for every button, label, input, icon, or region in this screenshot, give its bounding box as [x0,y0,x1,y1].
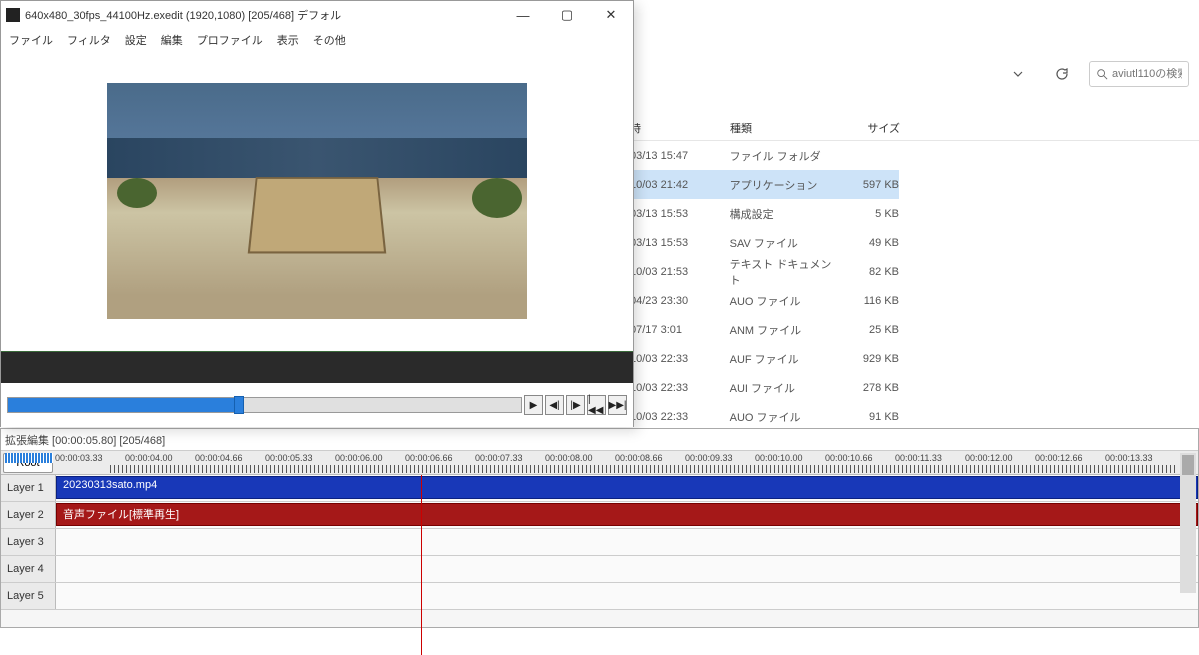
titlebar[interactable]: 640x480_30fps_44100Hz.exedit (1920,1080)… [1,1,633,29]
video-canvas [1,51,633,351]
transport-controls: ▶ ◀| |▶ |◀◀ ▶▶| [1,383,633,427]
file-row[interactable]: 07/17 3:01ANM ファイル25 KB [630,315,899,344]
layer-label[interactable]: Layer 1 [1,475,56,501]
file-row[interactable]: 03/13 15:53構成設定5 KB [630,199,899,228]
layer-track[interactable] [56,583,1198,609]
file-list: 03/13 15:47ファイル フォルダ10/03 21:42アプリケーション5… [630,141,899,431]
step-forward-button[interactable]: |▶ [566,395,585,415]
time-label: 00:00:04.00 [125,453,173,463]
layer-label[interactable]: Layer 4 [1,556,56,582]
clip[interactable]: 音声ファイル[標準再生] [56,503,1198,526]
search-icon [1096,68,1108,80]
menu-bar: ファイルフィルタ設定編集プロファイル表示その他 [1,29,633,51]
window-title: 640x480_30fps_44100Hz.exedit (1920,1080)… [25,7,501,23]
timeline-title: 拡張編集 [00:00:05.80] [205/468] [1,429,1198,451]
menu-item[interactable]: プロファイル [197,32,263,48]
col-date[interactable]: 時 [630,120,730,136]
time-label: 00:00:12.00 [965,453,1013,463]
playhead[interactable] [421,475,422,655]
time-label: 00:00:05.33 [265,453,313,463]
time-label: 00:00:06.00 [335,453,383,463]
time-ruler[interactable]: 00:00:03.33 00:00:04.00 00:00:04.66 00:00:0… [55,451,1198,474]
file-row[interactable]: 10/03 21:42アプリケーション597 KB [630,170,899,199]
time-label: 00:00:13.33 [1105,453,1153,463]
layer-track[interactable]: 20230313sato.mp4 [56,475,1198,501]
layer-track[interactable] [56,556,1198,582]
time-label: 00:00:08.00 [545,453,593,463]
menu-item[interactable]: ファイル [9,32,53,48]
menu-item[interactable]: その他 [313,32,346,48]
minimize-button[interactable]: — [501,1,545,29]
time-label: 00:00:11.33 [895,453,942,463]
time-label: 00:00:04.66 [195,453,243,463]
layer-row: Layer 2音声ファイル[標準再生] [1,502,1198,529]
layer-label[interactable]: Layer 3 [1,529,56,555]
file-row[interactable]: 03/13 15:53SAV ファイル49 KB [630,228,899,257]
close-button[interactable]: ✕ [589,1,633,29]
layer-label[interactable]: Layer 5 [1,583,56,609]
menu-item[interactable]: 設定 [125,32,147,48]
file-header: 時 種類 サイズ [630,115,1199,141]
time-label: 00:00:06.66 [405,453,453,463]
file-row[interactable]: 04/23 23:30AUO ファイル116 KB [630,286,899,315]
search-input[interactable] [1112,68,1182,80]
file-row[interactable]: 10/03 22:33AUO ファイル91 KB [630,402,899,431]
file-row[interactable]: 10/03 21:53テキスト ドキュメント82 KB [630,257,899,286]
time-label: 00:00:03.33 [55,453,103,463]
layer-row: Layer 5 [1,583,1198,610]
go-start-button[interactable]: |◀◀ [587,395,606,415]
layer-track[interactable] [56,529,1198,555]
layer-track[interactable]: 音声ファイル[標準再生] [56,502,1198,528]
menu-item[interactable]: フィルタ [67,32,111,48]
file-row[interactable]: 10/03 22:33AUI ファイル278 KB [630,373,899,402]
clip[interactable]: 20230313sato.mp4 [56,476,1198,499]
file-row[interactable]: 10/03 22:33AUF ファイル929 KB [630,344,899,373]
timeline-header: Root 00:00:03.3300:00:04.0000:00:04.6600… [1,451,1198,475]
layer-row: Layer 120230313sato.mp4 [1,475,1198,502]
menu-item[interactable]: 編集 [161,32,183,48]
app-icon [6,8,20,22]
time-label: 00:00:10.00 [755,453,803,463]
maximize-button[interactable]: ▢ [545,1,589,29]
layer-row: Layer 3 [1,529,1198,556]
layer-label[interactable]: Layer 2 [1,502,56,528]
layers: Layer 120230313sato.mp4Layer 2音声ファイル[標準再… [1,475,1198,610]
preview-window: 640x480_30fps_44100Hz.exedit (1920,1080)… [0,0,634,427]
dropdown-icon[interactable] [1001,60,1035,88]
frame-indicator [5,453,53,463]
time-label: 00:00:10.66 [825,453,873,463]
timeline-window: 拡張編集 [00:00:05.80] [205/468] Root 00:00:… [0,428,1199,628]
video-frame [107,83,527,319]
time-label: 00:00:09.33 [685,453,733,463]
search-box[interactable] [1089,61,1189,87]
col-size[interactable]: サイズ [840,120,900,136]
seek-bar[interactable] [7,397,522,413]
refresh-icon[interactable] [1045,60,1079,88]
layer-row: Layer 4 [1,556,1198,583]
file-row[interactable]: 03/13 15:47ファイル フォルダ [630,141,899,170]
menu-item[interactable]: 表示 [277,32,299,48]
time-label: 00:00:07.33 [475,453,523,463]
step-back-button[interactable]: ◀| [545,395,564,415]
time-label: 00:00:12.66 [1035,453,1083,463]
go-end-button[interactable]: ▶▶| [608,395,627,415]
time-label: 00:00:08.66 [615,453,663,463]
waveform-area [1,351,633,383]
vertical-scrollbar[interactable] [1180,453,1196,593]
col-type[interactable]: 種類 [730,120,840,136]
play-button[interactable]: ▶ [524,395,543,415]
